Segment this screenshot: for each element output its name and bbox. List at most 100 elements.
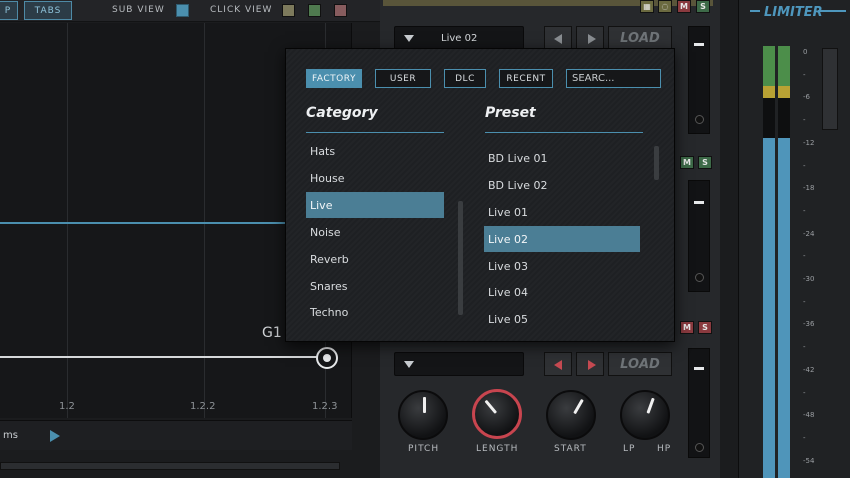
- pitch-label: PITCH: [408, 444, 440, 454]
- length-label: LENGTH: [476, 444, 519, 454]
- db-scale-label: -: [803, 433, 806, 442]
- category-item-hats[interactable]: Hats: [306, 138, 444, 164]
- category-item-house[interactable]: House: [306, 165, 444, 191]
- preset-item-live-05[interactable]: Live 05: [484, 306, 640, 332]
- load-button-3[interactable]: LOAD: [608, 352, 672, 376]
- fader-cap[interactable]: [694, 201, 704, 204]
- volume-fader-1[interactable]: [688, 26, 710, 134]
- category-rule: [306, 132, 444, 133]
- preset-item-live-02[interactable]: Live 02: [484, 226, 640, 252]
- level-meter-right: [778, 46, 790, 478]
- volume-fader-2[interactable]: [688, 180, 710, 292]
- preset-item-live-01[interactable]: Live 01: [484, 199, 640, 225]
- sub-view-label: SUB VIEW: [112, 5, 165, 15]
- preset-item-bd-live-02[interactable]: BD Live 02: [484, 172, 640, 198]
- click-view-color-3[interactable]: [334, 4, 347, 17]
- preset-scrollbar[interactable]: [654, 146, 659, 180]
- tab-left-partial[interactable]: P: [0, 1, 18, 20]
- arrow-right-icon: [588, 360, 596, 370]
- pitch-knob[interactable]: [398, 390, 448, 440]
- next-preset-button-1[interactable]: [576, 26, 604, 50]
- volume-fader-3[interactable]: [688, 348, 710, 458]
- horizontal-scrollbar[interactable]: [0, 462, 340, 470]
- db-scale-label: -: [803, 297, 806, 306]
- db-scale-label: -6: [803, 93, 810, 102]
- preset-dropdown-value: Live 02: [441, 33, 478, 44]
- search-input[interactable]: [566, 69, 661, 88]
- category-item-reverb[interactable]: Reverb: [306, 246, 444, 272]
- preset-dropdown-3[interactable]: [394, 352, 524, 376]
- preset-dropdown-1[interactable]: Live 02: [394, 26, 524, 50]
- prev-preset-button-1[interactable]: [544, 26, 572, 50]
- meter-segment-green: [778, 46, 790, 86]
- tab-user[interactable]: USER: [375, 69, 431, 88]
- tick-label: 1.2.3: [312, 401, 338, 412]
- grid-icon[interactable]: ▦: [640, 0, 654, 13]
- fader-knob[interactable]: [695, 443, 704, 452]
- fader-cap[interactable]: [694, 43, 704, 46]
- preset-item-live-03[interactable]: Live 03: [484, 253, 640, 279]
- chevron-down-icon: [404, 35, 414, 42]
- play-icon[interactable]: [50, 430, 60, 442]
- category-scrollbar[interactable]: [458, 201, 463, 315]
- meter-segment-blue: [763, 138, 775, 478]
- limiter-threshold-slider[interactable]: [822, 48, 838, 130]
- knob-indicator: [573, 398, 584, 415]
- category-heading: Category: [306, 105, 378, 121]
- headphones-icon[interactable]: ◌: [658, 0, 672, 13]
- db-scale-label: -: [803, 388, 806, 397]
- click-view-color-1[interactable]: [282, 4, 295, 17]
- mute-button-2[interactable]: M: [680, 156, 694, 169]
- mute-button-1[interactable]: M: [677, 0, 691, 13]
- preset-item-live-04[interactable]: Live 04: [484, 279, 640, 305]
- db-scale-label: -24: [803, 229, 815, 238]
- prev-preset-button-3[interactable]: [544, 352, 572, 376]
- load-button-1[interactable]: LOAD: [608, 26, 672, 50]
- tab-tabs[interactable]: TABS: [24, 1, 72, 20]
- category-item-live[interactable]: Live: [306, 192, 444, 218]
- category-item-techno[interactable]: Techno: [306, 299, 444, 325]
- tick-label: 1.2: [59, 401, 75, 412]
- node-label: G1: [262, 325, 282, 341]
- envelope-node-handle[interactable]: [316, 347, 338, 369]
- tab-recent[interactable]: RECENT: [499, 69, 553, 88]
- click-view-label: CLICK VIEW: [210, 5, 273, 15]
- solo-button-3[interactable]: S: [698, 321, 712, 334]
- meter-segment-blue: [778, 138, 790, 478]
- mute-button-3[interactable]: M: [680, 321, 694, 334]
- preset-browser-popup: FACTORY USER DLC RECENT Category Preset …: [285, 48, 675, 342]
- preset-item-bd-live-01[interactable]: BD Live 01: [484, 145, 640, 171]
- level-meter-left: [763, 46, 775, 478]
- limiter-title: LIMITER: [764, 5, 823, 20]
- hp-label: HP: [657, 444, 672, 454]
- db-scale-label: -: [803, 161, 806, 170]
- knob-indicator: [423, 397, 426, 413]
- fader-cap[interactable]: [694, 367, 704, 370]
- category-item-snares[interactable]: Snares: [306, 273, 444, 299]
- start-knob[interactable]: [546, 390, 596, 440]
- grid-line: [204, 23, 205, 418]
- lp-label: LP: [623, 444, 636, 454]
- db-scale-label: 0: [803, 48, 808, 56]
- tab-dlc[interactable]: DLC: [444, 69, 486, 88]
- db-scale-label: -48: [803, 411, 815, 420]
- fader-knob[interactable]: [695, 273, 704, 282]
- meter-segment-yellow: [778, 86, 790, 98]
- knob-indicator: [484, 399, 498, 414]
- click-view-color-2[interactable]: [308, 4, 321, 17]
- start-label: START: [554, 444, 587, 454]
- category-item-noise[interactable]: Noise: [306, 219, 444, 245]
- lp-hp-knob[interactable]: [620, 390, 670, 440]
- preset-heading: Preset: [485, 105, 536, 121]
- envelope-line-white: [0, 356, 322, 358]
- solo-button-1[interactable]: S: [696, 0, 710, 13]
- arrow-left-icon: [554, 360, 562, 370]
- solo-button-2[interactable]: S: [698, 156, 712, 169]
- next-preset-button-3[interactable]: [576, 352, 604, 376]
- fader-knob[interactable]: [695, 115, 704, 124]
- limiter-title-rule: [750, 10, 760, 12]
- length-knob[interactable]: [472, 389, 522, 439]
- sub-view-toggle[interactable]: [176, 4, 189, 17]
- tab-factory[interactable]: FACTORY: [306, 69, 362, 88]
- db-scale-label: -18: [803, 184, 815, 193]
